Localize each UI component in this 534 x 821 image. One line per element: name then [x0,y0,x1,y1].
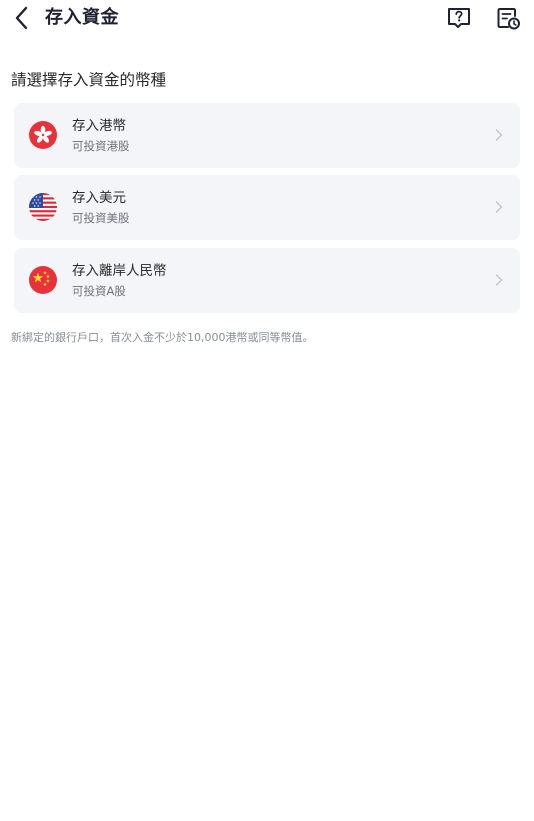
chevron-right-icon [495,129,503,141]
question-message-icon [448,8,470,28]
currency-subtitle: 可投資港股 [72,139,130,153]
help-button[interactable] [446,5,472,31]
chevron-right-icon [495,274,503,286]
document-clock-icon [497,8,520,30]
currency-option-usd[interactable]: 存入美元 可投資美股 [14,175,520,240]
hong-kong-flag-icon [29,121,57,149]
chevron-right-icon [495,201,503,213]
records-button[interactable] [495,5,521,31]
currency-title: 存入美元 [72,190,126,206]
china-flag-icon [29,266,57,294]
page-title: 存入資金 [45,7,119,28]
currency-subtitle: 可投資美股 [72,211,130,225]
currency-title: 存入離岸人民幣 [72,263,167,279]
section-title: 請選擇存入資金的幣種 [11,71,167,89]
currency-option-cnh[interactable]: 存入離岸人民幣 可投資A股 [14,248,520,313]
chevron-left-icon [15,6,28,30]
top-bar: 存入資金 [0,0,534,38]
currency-subtitle: 可投資A股 [72,284,126,298]
currency-title: 存入港幣 [72,118,126,134]
deposit-footnote: 新綁定的銀行戶口，首次入金不少於10,000港幣或同等幣值。 [11,331,314,344]
back-button[interactable] [10,5,36,31]
us-flag-icon [29,193,57,221]
deposit-page: 存入資金 請選擇存入資金的幣種 存入港幣 可投資港股 存入美元 可投資美股 存入… [0,0,534,821]
currency-option-hkd[interactable]: 存入港幣 可投資港股 [14,103,520,168]
